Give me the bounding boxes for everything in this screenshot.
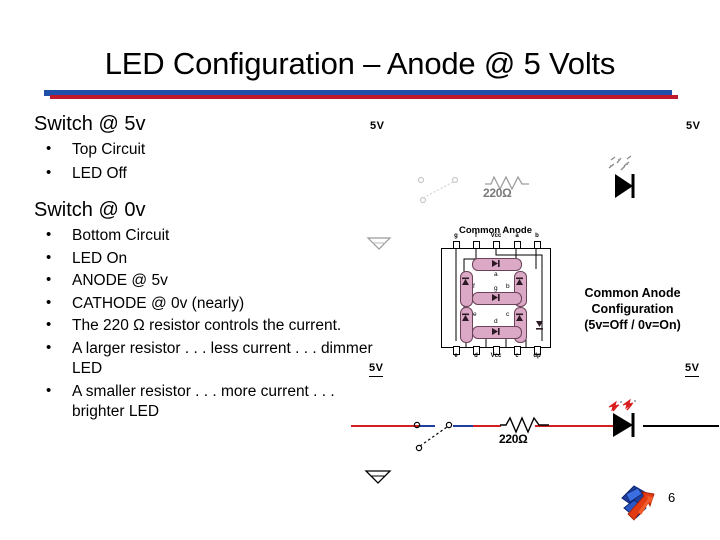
list-item: A larger resistor . . . less current . .… [30,338,380,380]
seven-segment-display: Common Anode g f Vcc a b a b c d e f g e… [433,225,558,360]
segment-letter-d: d [494,318,498,325]
list-item: The 220 Ω resistor controls the current. [30,315,380,337]
pin-label-dp: dp [533,353,541,359]
caption-line-2: Configuration [591,302,674,316]
list-item: CATHODE @ 0v (nearly) [30,293,380,315]
bottom-circuit-supply-left-label: 5V [369,362,384,377]
top-circuit-resistor-label: 220Ω [483,186,512,200]
list-item: Bottom Circuit [30,225,380,247]
seven-segment-body: a b c d e f g [441,248,551,348]
content-column: Switch @ 5v Top Circuit LED Off Switch @… [30,110,380,425]
list-item: LED Off [30,163,380,185]
pin-label-g: g [454,233,458,239]
title-divider [44,90,678,100]
pin-label-e: e [454,353,458,359]
segment-letter-b: b [506,283,510,290]
bottom-circuit-led-on-icon [608,398,636,437]
top-circuit-ground-icon [366,237,392,250]
slide-root: LED Configuration – Anode @ 5 Volts Swit… [0,0,720,540]
page-title: LED Configuration – Anode @ 5 Volts [104,46,616,81]
pin-label-vcc-top: Vcc [490,233,502,239]
segment-letter-a: a [494,271,498,278]
pin-label-b: b [535,233,539,239]
bullet-list-2: Bottom Circuit LED On ANODE @ 5v CATHODE… [30,225,380,423]
pin-label-d: d [474,353,478,359]
caption-line-1: Common Anode [584,286,681,300]
caption-line-3: (5v=Off / 0v=On) [584,318,681,332]
pin-label-f: f [475,233,477,239]
pin-label-c: c [515,353,519,359]
divider-red-bar [50,95,678,99]
pin-label-vcc-bottom: Vcc [490,353,502,359]
segment-letter-c: c [506,311,510,318]
diagram-caption: Common Anode Configuration (5v=Off / 0v=… [550,285,715,333]
top-circuit-supply-right-label: 5V [686,120,701,132]
top-circuit-switch-icon [417,176,459,204]
pin-label-a: a [515,233,519,239]
list-item: A smaller resistor . . . more current . … [30,381,380,423]
presentation-logo [621,485,655,521]
bottom-circuit-ground-icon [364,470,392,484]
segment-letter-e: e [473,311,477,318]
list-item: LED On [30,248,380,270]
segment-diode-markers [462,260,543,335]
bottom-circuit-supply-right-label: 5V [685,362,700,377]
heading-switch-0v: Switch @ 0v [34,199,146,221]
top-circuit-led-off-icon [608,155,635,198]
bottom-circuit-wire-right [643,425,719,427]
circuit-diagram-area: 5V 5V 220Ω Common Anode g f Vcc a b a b … [351,110,720,530]
bullet-list-1: Top Circuit LED Off [30,139,380,185]
list-item: ANODE @ 5v [30,270,380,292]
heading-switch-5v: Switch @ 5v [34,113,146,135]
segment-letter-g: g [494,285,498,292]
list-item: Top Circuit [30,139,380,161]
segment-letter-f: f [473,283,475,290]
bottom-circuit-resistor-label: 220Ω [499,432,528,446]
page-number: 6 [668,490,676,505]
top-circuit-supply-left-label: 5V [370,120,385,132]
bottom-circuit-switch-icon[interactable] [407,410,479,458]
